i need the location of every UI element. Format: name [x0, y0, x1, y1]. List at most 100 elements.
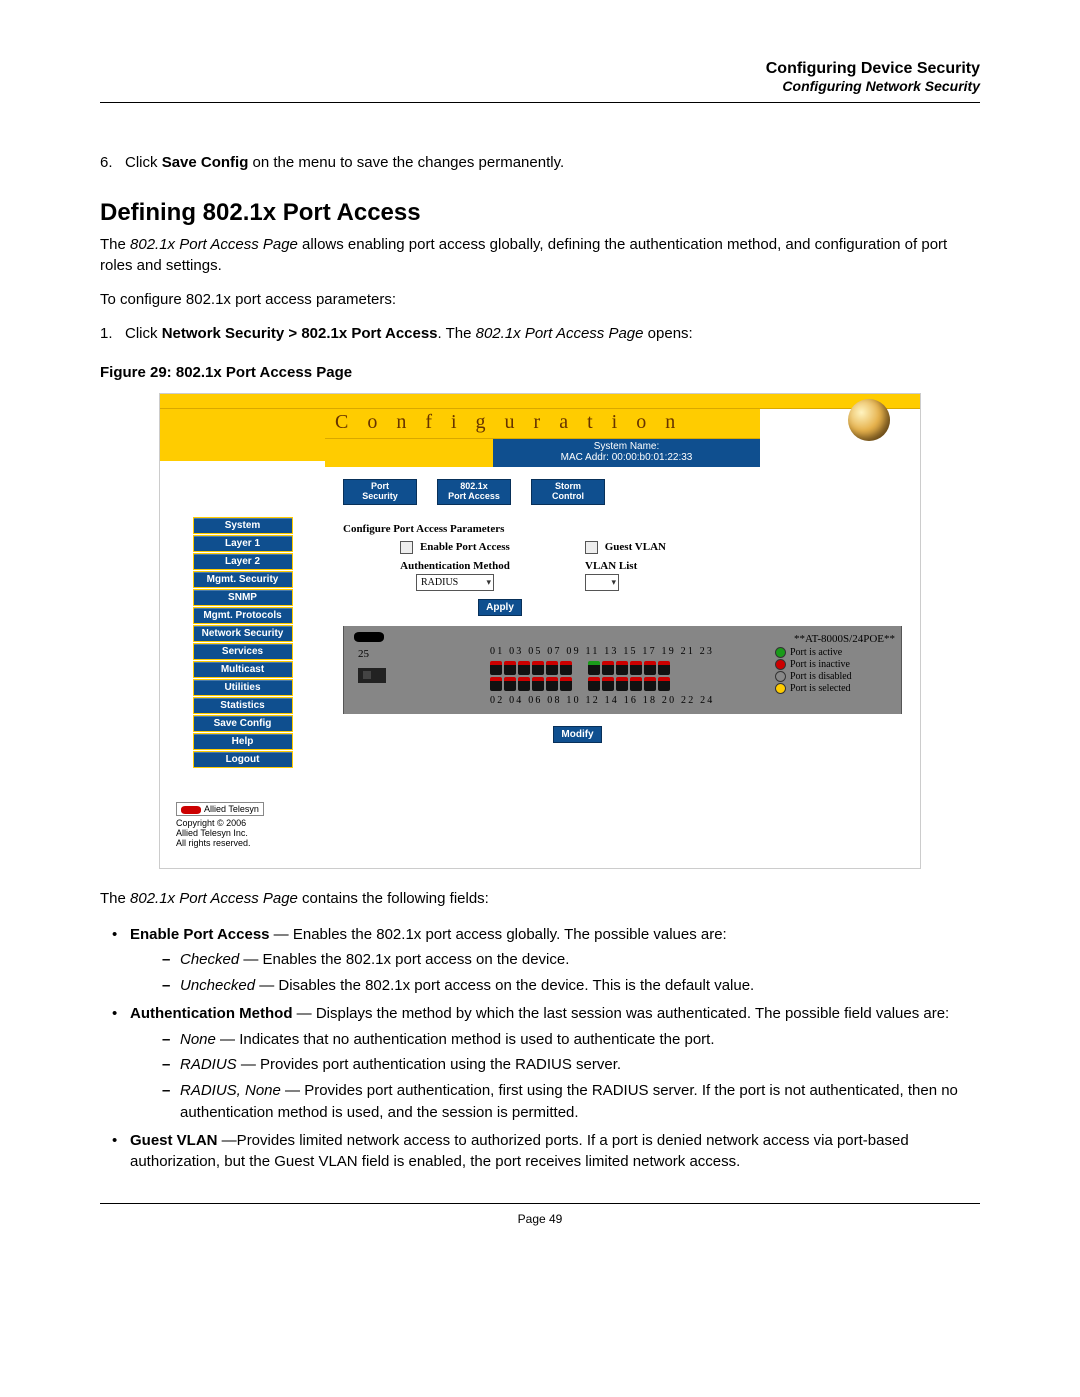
field-auth-label: Authentication Method [130, 1005, 292, 1022]
tab-8021x-l1: 802.1x [460, 481, 488, 491]
page-header: Configuring Device Security Configuring … [100, 60, 980, 94]
ss-footer-copyright: Copyright © 2006 [176, 818, 246, 828]
port-6[interactable] [518, 677, 530, 691]
port-19[interactable] [630, 661, 642, 675]
sidebar-item-multicast[interactable]: Multicast [193, 661, 293, 678]
port-11[interactable] [560, 661, 572, 675]
legend-selected-icon [775, 683, 786, 694]
tab-storm-control[interactable]: StormControl [531, 479, 605, 505]
field-enable-text: — Enables the 802.1x port access globall… [270, 926, 727, 943]
sidebar-item-layer1[interactable]: Layer 1 [193, 535, 293, 552]
uplink-port-icon[interactable] [358, 668, 386, 683]
legend-active-icon [775, 647, 786, 658]
port-group-left-2 [490, 677, 572, 691]
legend-disabled-label: Port is disabled [790, 671, 852, 682]
port-13[interactable] [588, 661, 600, 675]
sidebar-item-save-config[interactable]: Save Config [193, 715, 293, 732]
port-group-right-2 [588, 677, 670, 691]
slot-25-label: 25 [358, 648, 390, 660]
enable-port-access-label: Enable Port Access [420, 541, 510, 553]
port-21[interactable] [644, 661, 656, 675]
guest-vlan-label: Guest VLAN [605, 541, 666, 553]
port-5[interactable] [518, 661, 530, 675]
device-logo-icon [354, 632, 384, 642]
sidebar-item-snmp[interactable]: SNMP [193, 589, 293, 606]
step6-bold: Save Config [162, 154, 249, 171]
globe-icon [848, 399, 890, 441]
ports-labels-bottom: 02 04 06 08 10 12 14 16 18 20 22 24 [490, 695, 775, 706]
port-9[interactable] [546, 661, 558, 675]
port-12[interactable] [560, 677, 572, 691]
sidebar-item-services[interactable]: Services [193, 643, 293, 660]
sidebar-item-logout[interactable]: Logout [193, 751, 293, 768]
port-24[interactable] [658, 677, 670, 691]
step1-bold: Network Security > 802.1x Port Access [162, 325, 438, 342]
port-14[interactable] [588, 677, 600, 691]
fields-list: Enable Port Access — Enables the 802.1x … [100, 924, 980, 1174]
vlan-list-select[interactable] [585, 574, 619, 591]
enable-port-access-checkbox[interactable] [400, 541, 413, 554]
port-7[interactable] [532, 661, 544, 675]
sidebar-item-network-security[interactable]: Network Security [193, 625, 293, 642]
port-23[interactable] [658, 661, 670, 675]
port-3[interactable] [504, 661, 516, 675]
port-2[interactable] [490, 677, 502, 691]
sidebar-item-mgmt-protocols[interactable]: Mgmt. Protocols [193, 607, 293, 624]
port-4[interactable] [504, 677, 516, 691]
legend-inactive-icon [775, 659, 786, 670]
port-10[interactable] [546, 677, 558, 691]
port-16[interactable] [602, 677, 614, 691]
field-guest-text: —Provides limited network access to auth… [130, 1132, 909, 1171]
field-auth-none-ital: None [180, 1031, 216, 1048]
form-row-enable: Enable Port Access Guest VLAN [325, 541, 920, 554]
ss-footer-rights: All rights reserved. [176, 838, 251, 848]
sidebar-item-utilities[interactable]: Utilities [193, 679, 293, 696]
form-row-auth: Authentication Method RADIUS VLAN List [325, 560, 920, 591]
header-subtitle: Configuring Network Security [100, 78, 980, 94]
sidebar-item-help[interactable]: Help [193, 733, 293, 750]
port-20[interactable] [630, 677, 642, 691]
tab-port-security[interactable]: PortSecurity [343, 479, 417, 505]
ss-header-right [760, 409, 920, 467]
port-18[interactable] [616, 677, 628, 691]
intro-pre: The [100, 236, 130, 253]
tab-port-security-l1: Port [371, 481, 389, 491]
apply-button[interactable]: Apply [478, 599, 522, 616]
ss-banner-text: C o n f i g u r a t i o n [335, 411, 682, 434]
port-8[interactable] [532, 677, 544, 691]
sidebar-item-mgmt-security[interactable]: Mgmt. Security [193, 571, 293, 588]
sidebar-item-statistics[interactable]: Statistics [193, 697, 293, 714]
port-22[interactable] [644, 677, 656, 691]
step6-suffix: on the menu to save the changes permanen… [248, 154, 564, 171]
fields-intro-ital: 802.1x Port Access Page [130, 890, 298, 907]
device-model: **AT-8000S/24POE** [794, 633, 895, 645]
tab-storm-l1: Storm [555, 481, 581, 491]
header-rule [100, 102, 980, 103]
ports-block [490, 661, 775, 675]
tab-8021x-port-access[interactable]: 802.1xPort Access [437, 479, 511, 505]
field-enable-unchecked-text: — Disables the 802.1x port access on the… [255, 977, 754, 994]
ports-block-bottom [490, 677, 775, 691]
field-enable-unchecked: Unchecked — Disables the 802.1x port acc… [130, 975, 980, 997]
port-15[interactable] [602, 661, 614, 675]
fields-intro-pre: The [100, 890, 130, 907]
sidebar-item-system[interactable]: System [193, 517, 293, 534]
figure-caption: Figure 29: 802.1x Port Access Page [100, 364, 980, 381]
port-1[interactable] [490, 661, 502, 675]
modify-row: Modify [325, 726, 830, 743]
field-auth-radius-none-ital: RADIUS, None [180, 1082, 281, 1099]
legend-disabled-icon [775, 671, 786, 682]
field-guest-vlan: Guest VLAN —Provides limited network acc… [100, 1130, 980, 1174]
modify-button[interactable]: Modify [553, 726, 601, 743]
field-auth-text: — Displays the method by which the last … [292, 1005, 949, 1022]
auth-method-select[interactable]: RADIUS [416, 574, 494, 591]
form-title: Configure Port Access Parameters [343, 523, 902, 535]
footer-rule [100, 1203, 980, 1204]
port-17[interactable] [616, 661, 628, 675]
field-enable-label: Enable Port Access [130, 926, 270, 943]
guest-vlan-checkbox[interactable] [585, 541, 598, 554]
port-group-left [490, 661, 572, 675]
step-1: 1. Click Network Security > 802.1x Port … [100, 324, 980, 344]
sidebar-item-layer2[interactable]: Layer 2 [193, 553, 293, 570]
device-legend: Port is active Port is inactive Port is … [775, 646, 895, 695]
